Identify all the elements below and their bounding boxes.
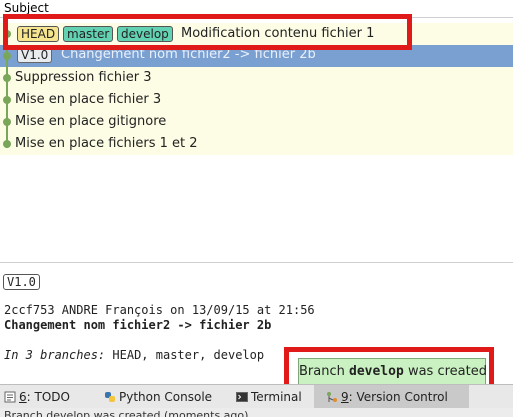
commit-row[interactable]: Mise en place fichier 3 [0, 89, 513, 111]
highlight-box-notification [284, 347, 494, 389]
python-console-label: Python Console [119, 390, 213, 404]
details-branches: In 3 branches: HEAD, master, develop [4, 348, 264, 362]
tool-window-version-control[interactable]: 9: Version Control [314, 385, 469, 409]
commit-node [3, 140, 11, 148]
status-text: Branch develop was created (moments ago) [4, 409, 249, 417]
commit-subject: Mise en place fichier 3 [15, 92, 162, 107]
tool-window-todo[interactable]: 6: TODO [4, 385, 70, 409]
tool-window-python-console[interactable]: Python Console [104, 385, 212, 409]
todo-label: : TODO [26, 390, 70, 404]
details-subject: Changement nom fichier2 -> fichier 2b [4, 318, 272, 332]
commit-node [3, 118, 11, 126]
version-control-mnemonic: 9 [341, 390, 349, 404]
commit-node [3, 96, 11, 104]
tool-window-bar: 6: TODO Python Console Terminal 9: Versi… [0, 384, 513, 409]
details-tag-badge: V1.0 [3, 274, 40, 290]
commit-subject: Mise en place fichiers 1 et 2 [15, 136, 198, 151]
commit-subject: Mise en place gitignore [15, 114, 167, 129]
commit-row[interactable]: Mise en place fichiers 1 et 2 [0, 133, 513, 155]
python-icon [105, 392, 115, 402]
details-branches-list: HEAD, master, develop [112, 348, 265, 362]
status-bar: Branch develop was created (moments ago) [0, 408, 513, 417]
terminal-label: Terminal [251, 390, 302, 404]
todo-icon [4, 391, 16, 403]
terminal-icon [236, 392, 248, 402]
commit-row[interactable]: Suppression fichier 3 [0, 67, 513, 89]
commit-node [3, 74, 11, 82]
details-meta: 2ccf753 ANDRE François on 13/09/15 at 21… [4, 303, 315, 317]
column-subject-header[interactable]: Subject [4, 1, 49, 15]
todo-mnemonic: 6 [19, 390, 27, 404]
details-branches-lead: In 3 branches: [4, 348, 106, 362]
commit-node [3, 52, 11, 60]
version-control-icon [327, 392, 337, 402]
commit-row[interactable]: Mise en place gitignore [0, 111, 513, 133]
highlight-box-commit [3, 14, 412, 50]
commit-subject: Suppression fichier 3 [15, 70, 152, 85]
tool-window-terminal[interactable]: Terminal [236, 385, 302, 409]
version-control-label: : Version Control [348, 390, 448, 404]
